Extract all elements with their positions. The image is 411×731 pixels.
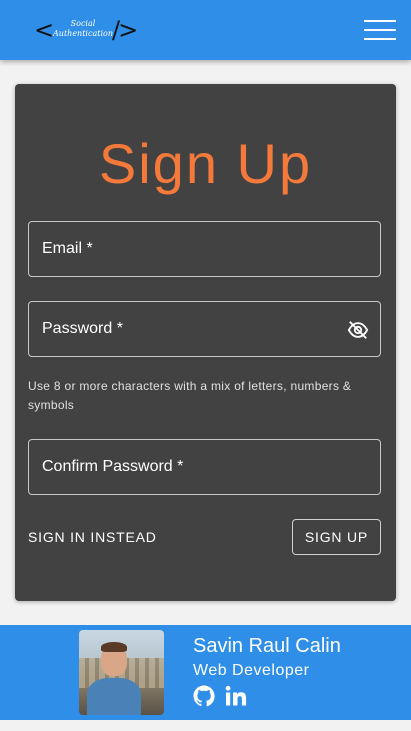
password-hint: Use 8 or more characters with a mix of l… (28, 379, 352, 412)
confirm-password-field[interactable]: Confirm Password * (28, 439, 381, 495)
logo-text: Social Authentication (50, 19, 116, 39)
password-field[interactable]: Password * (28, 301, 381, 357)
github-icon[interactable] (192, 684, 216, 708)
author-role: Web Developer (193, 662, 310, 679)
author-name: Savin Raul Calin (193, 635, 341, 657)
password-label: Password * (42, 320, 123, 337)
email-field[interactable]: Email * (28, 221, 381, 277)
footer: Savin Raul Calin Web Developer (0, 625, 411, 720)
page-title: Sign Up (98, 132, 313, 195)
sign-up-button[interactable]: SIGN UP (292, 519, 381, 555)
avatar (79, 630, 164, 715)
logo-text-line1: Social (70, 19, 96, 28)
logo-bracket-right: /> (112, 16, 138, 44)
linkedin-icon[interactable] (224, 684, 248, 708)
app-bar: < Social Authentication /> (0, 0, 411, 60)
email-label: Email * (42, 240, 93, 257)
hamburger-menu-icon[interactable] (364, 18, 396, 42)
app-logo[interactable]: < Social Authentication /> (34, 16, 144, 44)
logo-text-line2: Authentication (53, 29, 113, 38)
eye-off-icon[interactable] (347, 319, 369, 341)
confirm-password-label: Confirm Password * (42, 458, 184, 475)
sign-in-instead-button[interactable]: SIGN IN INSTEAD (28, 527, 157, 547)
